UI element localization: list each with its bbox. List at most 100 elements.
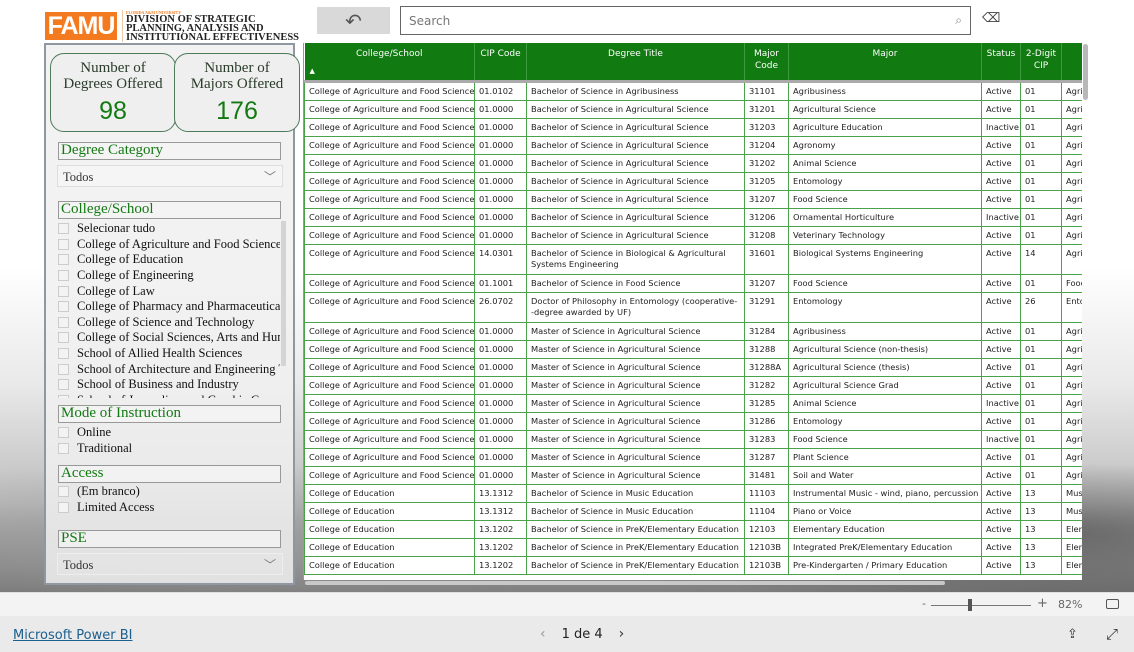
next-page-icon[interactable]: › xyxy=(619,626,625,642)
checkbox[interactable] xyxy=(58,223,69,235)
table-row[interactable]: College of Agriculture and Food Sciences… xyxy=(304,225,1082,245)
table-row[interactable]: College of Education 13.1202 Bachelor of S… xyxy=(304,555,1082,575)
checkbox[interactable] xyxy=(58,427,69,439)
table-row[interactable]: College of Agriculture and Food Sciences… xyxy=(304,393,1082,413)
table-row[interactable]: College of Education 13.1312 Bachelor of S… xyxy=(304,483,1082,503)
column-header[interactable]: College/School ▲ xyxy=(304,43,475,81)
table-cell: Integrated PreK/Elementary Education xyxy=(788,537,982,557)
filter-option[interactable]: College of Social Sciences, Arts and Hum… xyxy=(58,330,280,346)
search-icon[interactable]: ⌕ xyxy=(955,13,962,28)
sort-ascending-icon[interactable]: ▲ xyxy=(310,65,315,77)
checkbox[interactable] xyxy=(58,394,69,398)
column-header[interactable]: Major xyxy=(788,43,982,81)
table-cell: Agric xyxy=(1061,465,1082,485)
checkbox[interactable] xyxy=(58,486,69,498)
checkbox[interactable] xyxy=(58,316,69,328)
table-row[interactable]: College of Agriculture and Food Sciences… xyxy=(304,447,1082,467)
table-row[interactable]: College of Education 13.1202 Bachelor of S… xyxy=(304,537,1082,557)
filter-option[interactable]: Online xyxy=(58,425,132,441)
checkbox[interactable] xyxy=(58,285,69,297)
filter-option[interactable]: College of Science and Technology xyxy=(58,315,280,331)
table-row[interactable]: College of Agriculture and Food Sciences… xyxy=(304,207,1082,227)
previous-page-icon[interactable]: ‹ xyxy=(540,626,546,642)
column-header[interactable] xyxy=(1061,43,1082,81)
table-cell: 31101 xyxy=(744,79,789,101)
table-row[interactable]: College of Agriculture and Food Sciences… xyxy=(304,411,1082,431)
checkbox[interactable] xyxy=(58,238,69,250)
table-row[interactable]: College of Agriculture and Food Sciences… xyxy=(304,339,1082,359)
column-header[interactable]: Degree Title xyxy=(526,43,745,81)
fullscreen-icon[interactable]: ⤢ xyxy=(1106,625,1118,643)
filter-option[interactable]: (Em branco) xyxy=(58,484,154,500)
table-row[interactable]: College of Agriculture and Food Sciences… xyxy=(304,153,1082,173)
filter-option[interactable]: Selecionar tudo xyxy=(58,221,280,237)
table-row[interactable]: College of Agriculture and Food Sciences… xyxy=(304,321,1082,341)
table-row[interactable]: College of Agriculture and Food Sciences… xyxy=(304,135,1082,155)
table-row[interactable]: College of Agriculture and Food Sciences… xyxy=(304,99,1082,119)
table-row[interactable]: College of Education 13.1202 Bachelor of S… xyxy=(304,519,1082,539)
filter-option[interactable]: Traditional xyxy=(58,441,132,457)
table-cell: Ento xyxy=(1061,291,1082,323)
clear-filters-icon[interactable]: ⌫ xyxy=(982,11,1000,26)
filter-option[interactable]: College of Pharmacy and Pharmaceutical .… xyxy=(58,299,280,315)
pse-dropdown[interactable]: Todos ﹀ xyxy=(57,553,283,575)
filter-option[interactable]: School of Allied Health Sciences xyxy=(58,346,280,362)
column-header[interactable]: Major Code xyxy=(744,43,789,81)
column-header[interactable]: Status xyxy=(981,43,1021,81)
table-cell: 31287 xyxy=(744,447,789,467)
filter-option[interactable]: Limited Access xyxy=(58,500,154,516)
share-icon[interactable]: ⇪ xyxy=(1067,627,1078,642)
zoom-in-button[interactable]: + xyxy=(1037,596,1048,611)
table-row[interactable]: College of Agriculture and Food Sciences… xyxy=(304,79,1082,101)
checkbox[interactable] xyxy=(58,348,69,360)
filter-option[interactable]: College of Agriculture and Food Sciences xyxy=(58,237,280,253)
table-cell: Active xyxy=(981,411,1021,431)
filter-option[interactable]: College of Engineering xyxy=(58,268,280,284)
checkbox[interactable] xyxy=(58,442,69,454)
zoom-slider[interactable] xyxy=(931,605,1031,606)
search-box[interactable]: ⌕ xyxy=(400,6,971,35)
table-row[interactable]: College of Education 13.1312 Bachelor of S… xyxy=(304,501,1082,521)
checkbox[interactable] xyxy=(58,363,69,375)
checkbox[interactable] xyxy=(58,270,69,282)
filter-option[interactable]: College of Law xyxy=(58,283,280,299)
table-row[interactable]: College of Agriculture and Food Sciences… xyxy=(304,291,1082,323)
table-row[interactable]: College of Agriculture and Food Sciences… xyxy=(304,357,1082,377)
power-bi-link[interactable]: Microsoft Power BI xyxy=(13,628,132,643)
table-cell: 31601 xyxy=(744,243,789,275)
checkbox[interactable] xyxy=(58,332,69,344)
zoom-slider-thumb[interactable] xyxy=(968,599,972,611)
table-row[interactable]: College of Agriculture and Food Sciences… xyxy=(304,243,1082,275)
degree-category-dropdown[interactable]: Todos ﹀ xyxy=(57,165,283,187)
table-cell: Agric xyxy=(1061,339,1082,359)
table-row[interactable]: College of Agriculture and Food Sciences… xyxy=(304,429,1082,449)
table-cell: Agric xyxy=(1061,153,1082,173)
college-list-scrollbar[interactable] xyxy=(281,221,286,366)
filter-option[interactable]: School of Business and Industry xyxy=(58,377,280,393)
checkbox[interactable] xyxy=(58,254,69,266)
filter-option[interactable]: School of Journalism and Graphic Comm... xyxy=(58,393,280,398)
table-row[interactable]: College of Agriculture and Food Sciences… xyxy=(304,189,1082,209)
column-header[interactable]: 2-Digit CIP xyxy=(1020,43,1062,81)
table-row[interactable]: College of Agriculture and Food Sciences… xyxy=(304,117,1082,137)
fit-to-page-icon[interactable] xyxy=(1106,599,1119,609)
table-row[interactable]: College of Agriculture and Food Sciences… xyxy=(304,273,1082,293)
checkbox[interactable] xyxy=(58,379,69,391)
table-row[interactable]: College of Agriculture and Food Sciences… xyxy=(304,171,1082,191)
table-cell: Animal Science xyxy=(788,393,982,413)
table-cell: Ornamental Horticulture xyxy=(788,207,982,227)
table-row[interactable]: College of Agriculture and Food Sciences… xyxy=(304,375,1082,395)
filter-option[interactable]: College of Education xyxy=(58,252,280,268)
table-cell: Agriculture Education xyxy=(788,117,982,137)
checkbox[interactable] xyxy=(58,501,69,513)
filter-option[interactable]: School of Architecture and Engineering T… xyxy=(58,361,280,377)
checkbox[interactable] xyxy=(58,301,69,313)
undo-button[interactable]: ↶ xyxy=(317,7,390,34)
table-cell: 13 xyxy=(1020,519,1062,539)
search-input[interactable] xyxy=(409,13,956,28)
table-row[interactable]: College of Agriculture and Food Sciences… xyxy=(304,465,1082,485)
column-header[interactable]: CIP Code xyxy=(474,43,527,81)
table-vertical-scrollbar[interactable] xyxy=(1083,44,1088,100)
zoom-out-button[interactable]: - xyxy=(922,597,926,610)
table-horizontal-scrollbar[interactable] xyxy=(305,581,945,585)
